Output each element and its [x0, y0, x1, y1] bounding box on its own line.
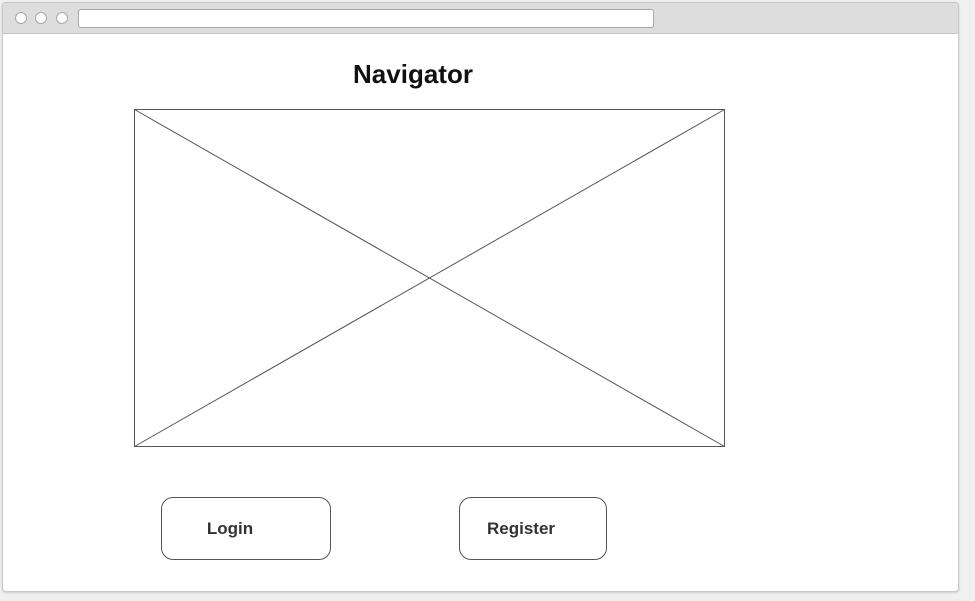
login-button-label: Login — [206, 518, 254, 538]
window-minimize-dot[interactable] — [35, 12, 47, 24]
login-button[interactable]: Login — [161, 497, 331, 560]
register-button[interactable]: Register — [459, 497, 607, 560]
browser-titlebar — [3, 3, 958, 34]
window-maximize-dot[interactable] — [56, 12, 68, 24]
page-title: Navigator — [353, 59, 473, 89]
browser-window: Navigator Login Register — [2, 2, 959, 592]
address-bar[interactable] — [78, 9, 654, 28]
window-close-dot[interactable] — [15, 12, 27, 24]
image-placeholder-icon — [134, 109, 725, 447]
register-button-label: Register — [486, 518, 556, 538]
